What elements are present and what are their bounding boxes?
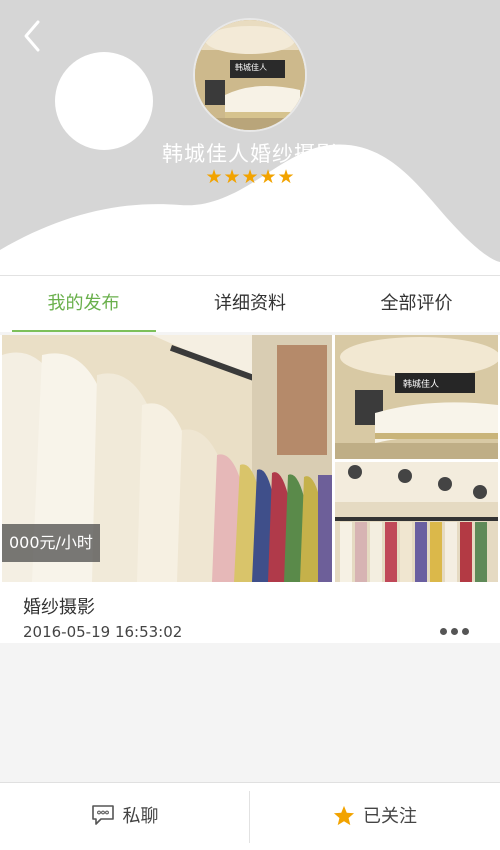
star-icon: ★: [205, 166, 223, 188]
shop-name: 韩城佳人婚纱摄影: [162, 142, 338, 166]
rating-stars: ★★★★★: [0, 166, 500, 188]
shop-header: 韩城佳人 韩城佳人婚纱摄影 ★★★★★ 好评率 100% 已: [0, 0, 500, 275]
post-photo-hanging-dresses[interactable]: [335, 462, 498, 582]
bottom-action-bar: 私聊 已关注: [0, 782, 500, 850]
rating-label: 好评率: [29, 236, 78, 255]
photo-sign-text: 韩城佳人: [403, 380, 440, 390]
post-timestamp: 2016-05-19 16:53:02: [23, 623, 183, 641]
star-icon: [333, 805, 355, 825]
shop-avatar[interactable]: 韩城佳人: [193, 18, 307, 132]
post-card[interactable]: 000元/小时 韩城佳人 婚纱摄影 2016-05-19 16:53:02: [0, 335, 500, 643]
rating-value: 100%: [93, 226, 159, 252]
star-icon: ★: [241, 166, 259, 188]
tab-reviews[interactable]: 全部评价: [333, 276, 500, 333]
star-icon: ★: [259, 166, 277, 188]
follow-button[interactable]: 已关注: [250, 783, 500, 850]
post-photo-reception[interactable]: 韩城佳人: [335, 335, 498, 459]
active-tab-indicator: [12, 330, 156, 332]
back-button[interactable]: [18, 18, 48, 54]
follow-stat-partial: 已: [205, 236, 222, 255]
follow-label: 已关注: [363, 806, 417, 827]
more-dots-icon[interactable]: [440, 620, 480, 635]
price-tag: 000元/小时: [2, 524, 100, 562]
tab-my-posts[interactable]: 我的发布: [0, 276, 167, 333]
star-icon: ★: [277, 166, 295, 188]
post-title: 婚纱摄影: [23, 597, 95, 618]
star-icon: ★: [223, 166, 241, 188]
chat-bubble-icon: [91, 805, 114, 825]
chat-button[interactable]: 私聊: [0, 783, 249, 850]
tab-bar: 我的发布 详细资料 全部评价: [0, 275, 500, 332]
tab-details[interactable]: 详细资料: [167, 276, 333, 333]
avatar-sign-text: 韩城佳人: [235, 63, 267, 72]
chat-label: 私聊: [122, 806, 159, 827]
